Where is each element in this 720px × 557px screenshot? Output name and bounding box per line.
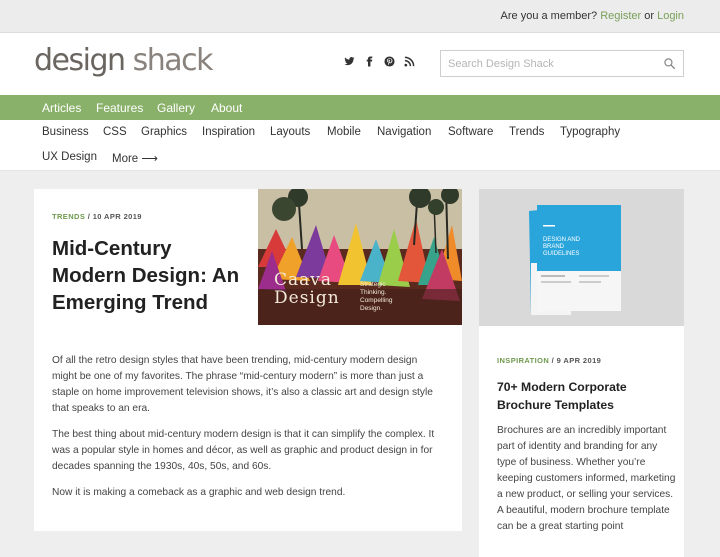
- excerpt-paragraph: Now it is making a comeback as a graphic…: [52, 487, 346, 498]
- category-business[interactable]: Business: [42, 126, 89, 138]
- or-text: or: [644, 10, 655, 22]
- facebook-icon[interactable]: [364, 56, 375, 67]
- social-links: [344, 56, 415, 67]
- top-bar: Are you a member? Register or Login: [0, 0, 720, 33]
- nav-item-articles[interactable]: Articles: [42, 101, 81, 115]
- search-input[interactable]: [448, 56, 658, 72]
- more-categories-link[interactable]: More ⟶: [112, 151, 158, 165]
- category-trends[interactable]: Trends: [509, 126, 544, 138]
- category-link[interactable]: TRENDS: [52, 212, 85, 221]
- category-graphics[interactable]: Graphics: [141, 126, 187, 138]
- brochure-illustration: DESIGN AND BRAND GUIDELINES: [479, 189, 684, 326]
- side-article-date: / 9 APR 2019: [551, 356, 602, 365]
- category-software[interactable]: Software: [448, 126, 493, 138]
- excerpt-paragraph: Of all the retro design styles that have…: [52, 355, 433, 414]
- side-article-excerpt: Brochures are an incredibly important pa…: [497, 425, 676, 532]
- site-logo[interactable]: design shack: [34, 43, 214, 78]
- member-question: Are you a member?: [500, 10, 598, 22]
- category-ux-design[interactable]: UX Design: [42, 151, 97, 163]
- category-layouts[interactable]: Layouts: [270, 126, 310, 138]
- category-nav: Business CSS Graphics Inspiration Layout…: [0, 120, 720, 171]
- register-link[interactable]: Register: [600, 10, 641, 22]
- site-header: design shack: [0, 33, 720, 95]
- search-box: [440, 50, 684, 77]
- main-nav: Articles Features Gallery About: [0, 95, 720, 120]
- side-article-title[interactable]: 70+ Modern Corporate Brochure Templates: [497, 378, 677, 414]
- side-article-meta: INSPIRATION / 9 APR 2019: [497, 356, 601, 365]
- category-inspiration[interactable]: Inspiration: [202, 126, 255, 138]
- pinterest-icon[interactable]: [384, 56, 395, 67]
- hero-tagline: Strategic Thinking. Compelling Design.: [360, 281, 393, 312]
- category-navigation[interactable]: Navigation: [377, 126, 431, 138]
- hero-brand-title: Caava Design: [274, 270, 340, 308]
- side-article-image[interactable]: DESIGN AND BRAND GUIDELINES: [479, 189, 684, 326]
- twitter-icon[interactable]: [344, 56, 355, 67]
- member-prompt: Are you a member? Register or Login: [501, 10, 684, 22]
- main-article-card: TRENDS / 10 APR 2019 Mid-Century Modern …: [34, 189, 462, 531]
- article-meta: TRENDS / 10 APR 2019: [52, 212, 142, 221]
- article-hero-image[interactable]: Caava Design Strategic Thinking. Compelling…: [258, 189, 462, 325]
- logo-word-design: design: [34, 43, 126, 78]
- article-title[interactable]: Mid-Century Modern Design: An Emerging T…: [52, 235, 247, 316]
- nav-item-gallery[interactable]: Gallery: [157, 101, 195, 115]
- article-date: / 10 APR 2019: [87, 212, 142, 221]
- nav-item-features[interactable]: Features: [96, 101, 143, 115]
- category-mobile[interactable]: Mobile: [327, 126, 361, 138]
- rss-icon[interactable]: [404, 56, 415, 67]
- side-category-link[interactable]: INSPIRATION: [497, 356, 549, 365]
- category-css[interactable]: CSS: [103, 126, 127, 138]
- article-excerpt: Of all the retro design styles that have…: [52, 353, 444, 511]
- category-typography[interactable]: Typography: [560, 126, 620, 138]
- side-article-card: DESIGN AND BRAND GUIDELINES INSPIRATION …: [479, 189, 684, 557]
- excerpt-paragraph: The best thing about mid-century modern …: [52, 429, 435, 472]
- login-link[interactable]: Login: [657, 10, 684, 22]
- logo-word-shack: shack: [132, 43, 214, 78]
- nav-item-about[interactable]: About: [211, 101, 242, 115]
- search-icon[interactable]: [663, 57, 676, 70]
